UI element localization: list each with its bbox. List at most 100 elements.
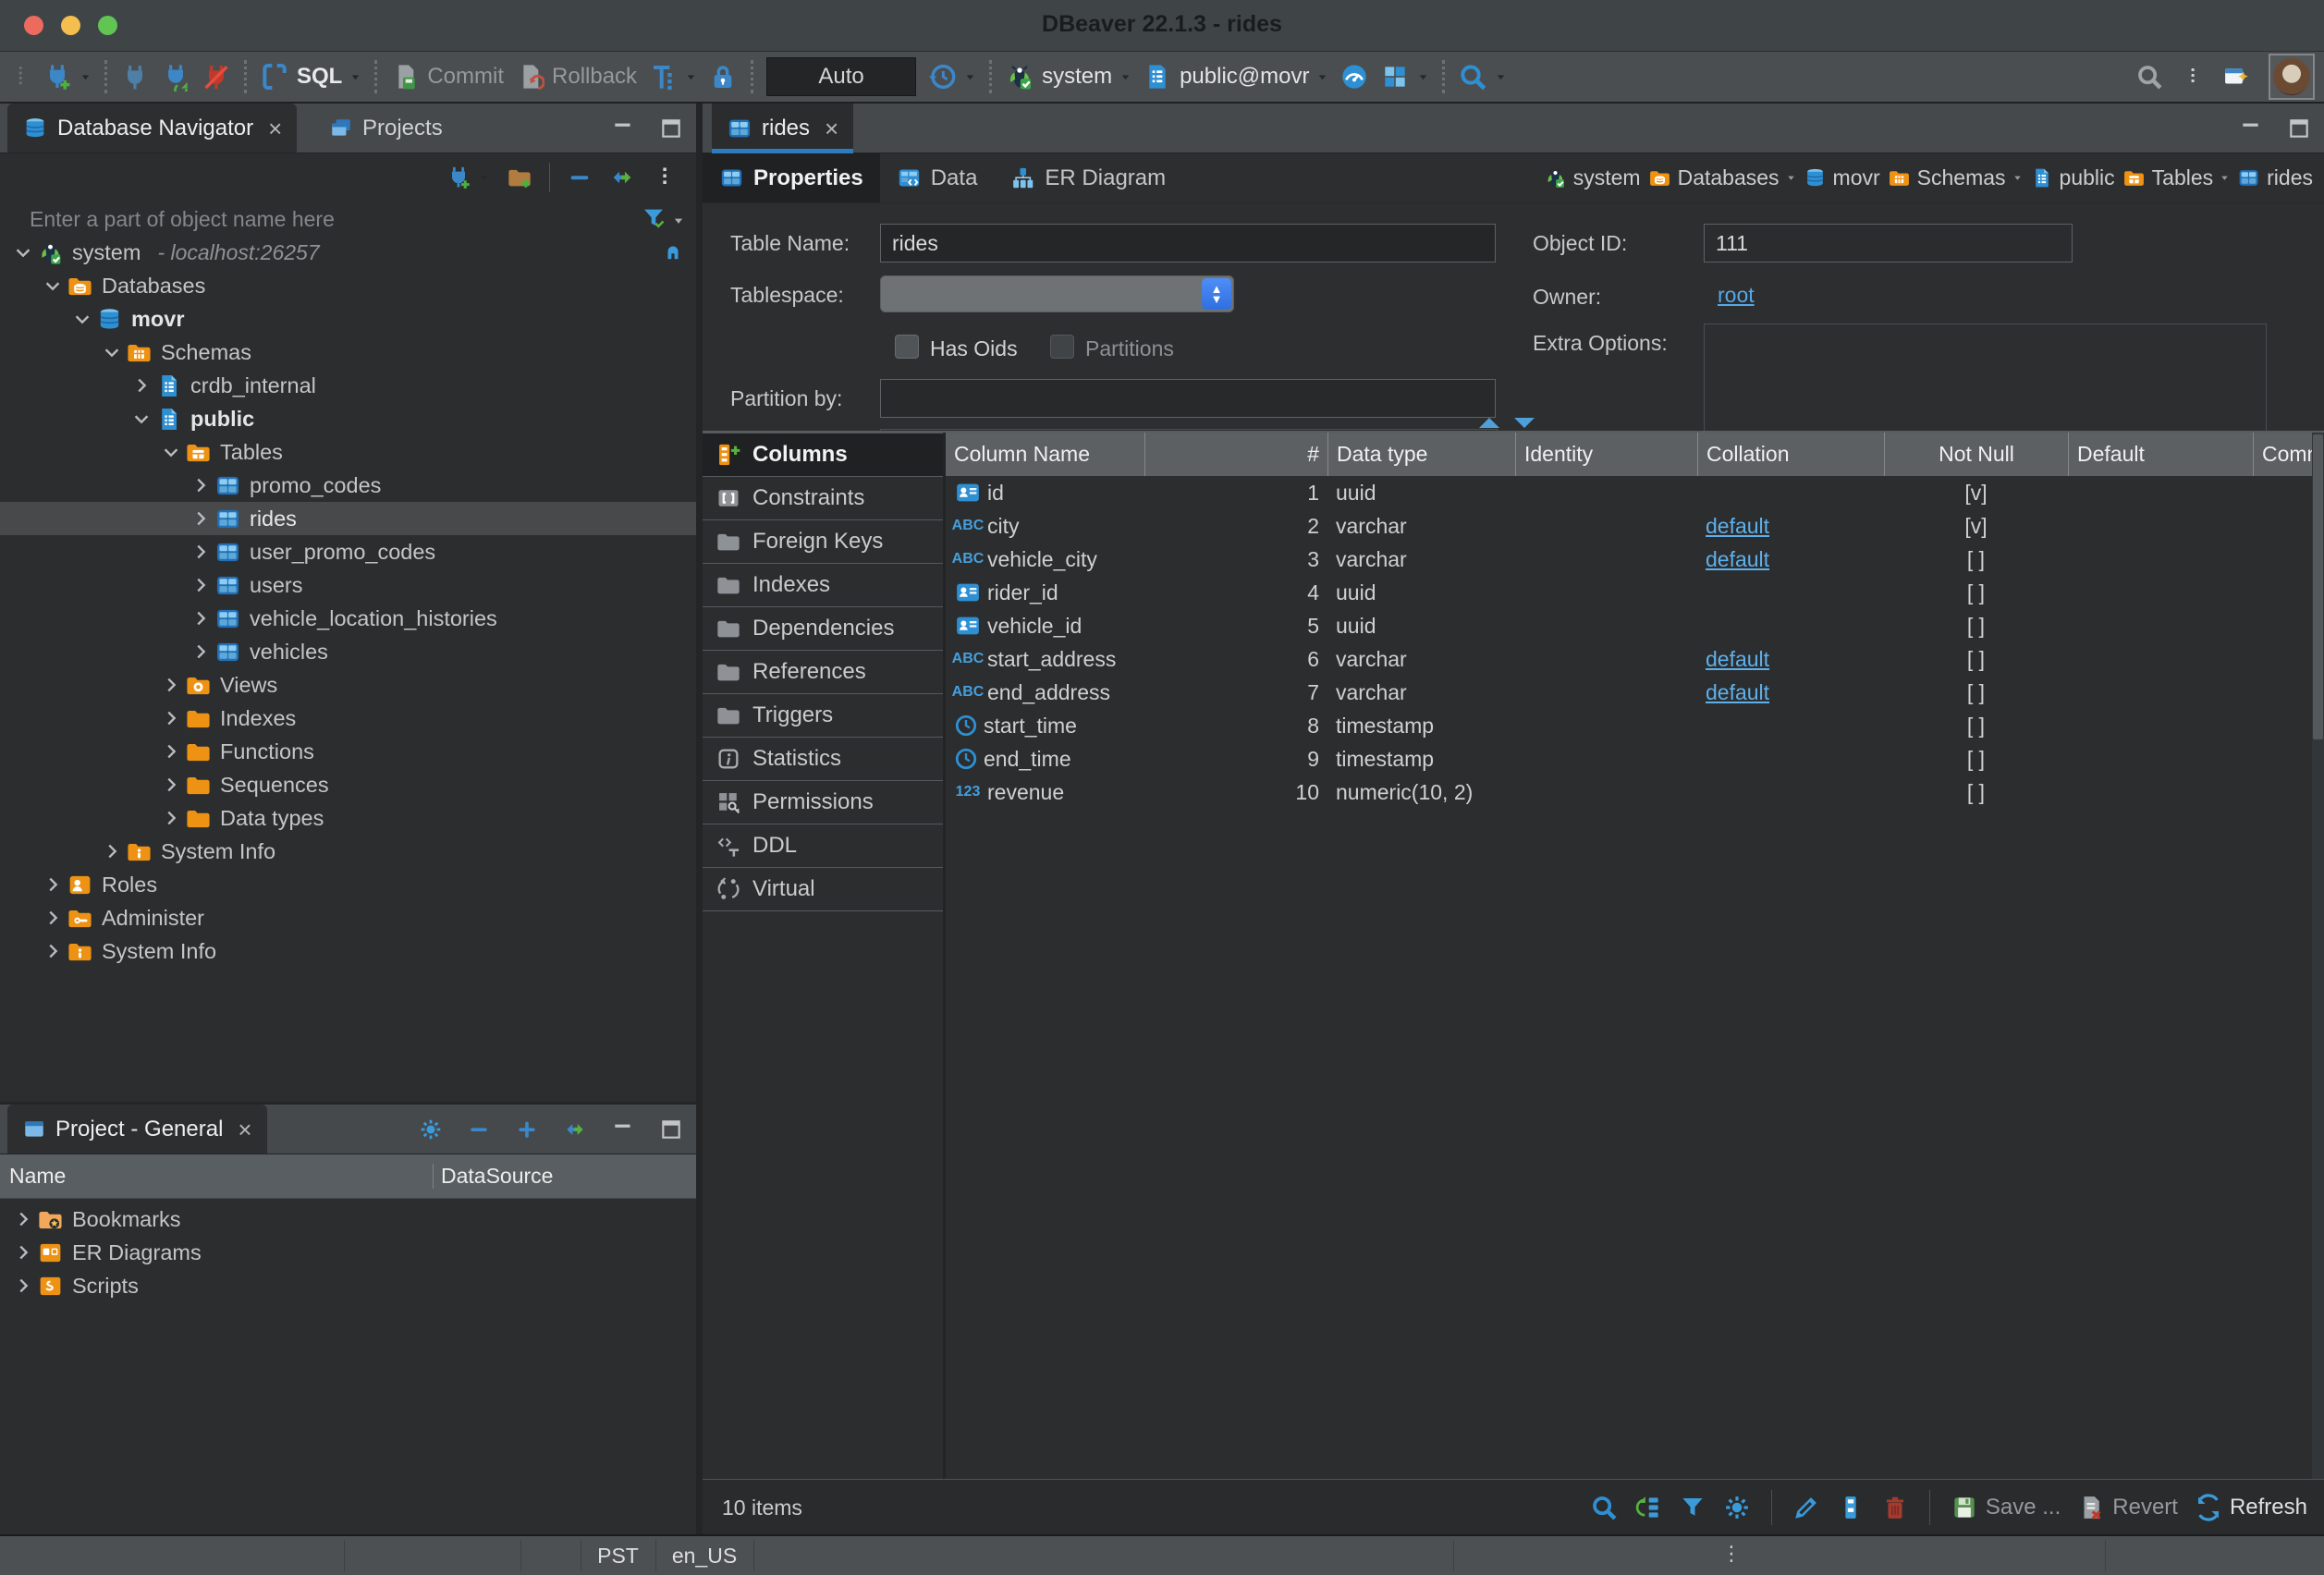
dropdown-icon[interactable] xyxy=(2220,173,2230,183)
transaction-mode-auto[interactable]: Auto xyxy=(766,57,916,96)
tree-item-crdb-internal[interactable]: crdb_internal xyxy=(0,369,696,402)
subtab-properties[interactable]: Properties xyxy=(703,153,880,202)
grid-row-start-address[interactable]: ABCstart_address6varchardefault[ ] xyxy=(946,642,2324,676)
tree-item-schemas[interactable]: Schemas xyxy=(0,336,696,369)
grid-column-header-data-type[interactable]: Data type xyxy=(1327,433,1515,476)
grid-scrollbar[interactable] xyxy=(2312,433,2324,1479)
close-icon[interactable]: × xyxy=(238,1117,251,1142)
tree-item-vehicles[interactable]: vehicles xyxy=(0,635,696,668)
subtab-er-diagram[interactable]: ER Diagram xyxy=(994,153,1182,202)
object-tab-foreign-keys[interactable]: Foreign Keys xyxy=(703,519,943,563)
search-gray-icon[interactable] xyxy=(2135,63,2163,91)
grid-row-vehicle-city[interactable]: ABCvehicle_city3varchardefault[ ] xyxy=(946,543,2324,576)
project-item-bookmarks[interactable]: Bookmarks xyxy=(0,1203,696,1236)
chevron-right-icon[interactable] xyxy=(43,908,63,928)
plug-button[interactable] xyxy=(120,62,150,92)
chevron-right-icon[interactable] xyxy=(190,575,211,595)
grid-column-header-[interactable]: # xyxy=(1144,433,1327,476)
auto-commit-value[interactable]: Auto xyxy=(766,57,916,96)
tree-item-administer[interactable]: Administer xyxy=(0,901,696,934)
subtab-data[interactable]: Data xyxy=(880,153,995,202)
settings-button[interactable] xyxy=(1723,1494,1751,1521)
chevron-right-icon[interactable] xyxy=(161,708,181,728)
partition-by-input[interactable] xyxy=(880,379,1496,418)
filter-funnel-icon[interactable] xyxy=(641,205,667,231)
tree-item-views[interactable]: Views xyxy=(0,668,696,702)
grid-row-city[interactable]: ABCcity2varchardefault[v] xyxy=(946,509,2324,543)
chevron-down-icon[interactable] xyxy=(131,409,152,429)
dropdown-icon[interactable] xyxy=(1786,173,1796,183)
chevron-down-icon[interactable] xyxy=(102,342,122,362)
breadcrumb-tables[interactable]: Tables xyxy=(2122,165,2230,190)
dropdown-icon[interactable] xyxy=(1495,71,1507,83)
grid-row-end-time[interactable]: end_time9timestamp[ ] xyxy=(946,742,2324,775)
chevron-right-icon[interactable] xyxy=(190,542,211,562)
plug-new-button[interactable] xyxy=(43,62,92,92)
expand-all-icon[interactable] xyxy=(515,1117,539,1142)
grid-column-header-column-name[interactable]: Column Name xyxy=(946,433,1144,476)
tree-item-public[interactable]: public xyxy=(0,402,696,435)
collapse-all-icon[interactable] xyxy=(467,1117,491,1142)
chevron-right-icon[interactable] xyxy=(13,1242,33,1263)
tab-rides-editor[interactable]: rides × xyxy=(712,104,853,153)
close-icon[interactable]: × xyxy=(825,116,838,140)
chevron-down-icon[interactable] xyxy=(13,242,33,262)
breadcrumb-public[interactable]: public xyxy=(2030,165,2115,190)
tab-database-navigator[interactable]: Database Navigator × xyxy=(7,104,297,153)
column-header-name[interactable]: Name xyxy=(0,1164,433,1189)
collation-link[interactable]: default xyxy=(1706,680,1769,705)
edit-pencil-button[interactable] xyxy=(1792,1494,1820,1521)
object-tab-references[interactable]: References xyxy=(703,650,943,693)
tree-item-movr[interactable]: movr xyxy=(0,302,696,336)
tree-item-rides[interactable]: rides xyxy=(0,502,696,535)
chevron-right-icon[interactable] xyxy=(161,675,181,695)
object-filter-input[interactable] xyxy=(0,206,605,233)
collation-link[interactable]: default xyxy=(1706,547,1769,572)
timezone-status[interactable]: PST xyxy=(581,1544,655,1569)
chevron-right-icon[interactable] xyxy=(43,941,63,961)
settings-icon[interactable] xyxy=(419,1117,443,1142)
cockroach-button[interactable]: system xyxy=(1005,62,1131,92)
tree-item-tables[interactable]: Tables xyxy=(0,435,696,469)
revert-button[interactable]: Revert xyxy=(2077,1494,2178,1521)
has-oids-checkbox[interactable] xyxy=(895,335,919,359)
save-button[interactable]: Save ... xyxy=(1951,1494,2061,1521)
delete-trash-button[interactable] xyxy=(1881,1494,1909,1521)
new-window-icon[interactable] xyxy=(2222,63,2250,91)
collapse-up-icon[interactable] xyxy=(1479,418,1499,428)
lock-button[interactable] xyxy=(708,62,738,92)
object-tab-statistics[interactable]: Statistics xyxy=(703,737,943,780)
win-min-icon[interactable] xyxy=(611,1117,635,1142)
grid-column-header-default[interactable]: Default xyxy=(2068,433,2253,476)
dropdown-icon[interactable] xyxy=(479,172,490,183)
chevron-right-icon[interactable] xyxy=(13,1276,33,1296)
menu-dots-icon[interactable] xyxy=(2182,66,2204,88)
dropdown-icon[interactable] xyxy=(349,71,361,83)
tree-item-system-info[interactable]: System Info xyxy=(0,835,696,868)
grid-row-rider-id[interactable]: rider_id4uuid[ ] xyxy=(946,576,2324,609)
win-max-icon[interactable] xyxy=(659,1117,683,1142)
column-view-button[interactable] xyxy=(1837,1494,1865,1521)
plug-disconnect-button[interactable] xyxy=(202,62,231,92)
chevron-right-icon[interactable] xyxy=(13,1209,33,1229)
dropdown-icon[interactable] xyxy=(2012,173,2023,183)
tree-item-indexes[interactable]: Indexes xyxy=(0,702,696,735)
maximize-view-icon[interactable] xyxy=(659,116,683,140)
tree-item-sequences[interactable]: Sequences xyxy=(0,768,696,801)
project-item-er-diagrams[interactable]: ER Diagrams xyxy=(0,1236,696,1269)
object-tab-virtual[interactable]: Virtual xyxy=(703,867,943,911)
object-tab-ddl[interactable]: DDL xyxy=(703,824,943,867)
maximize-view-icon[interactable] xyxy=(2287,116,2311,140)
breadcrumb-movr[interactable]: movr xyxy=(1804,165,1880,190)
breadcrumb-schemas[interactable]: Schemas xyxy=(1888,165,2023,190)
breadcrumb-system[interactable]: system xyxy=(1544,165,1641,190)
dropdown-icon[interactable] xyxy=(1119,71,1131,83)
dropdown-icon[interactable] xyxy=(685,71,697,83)
tab-projects[interactable]: Projects xyxy=(314,104,458,153)
chevron-right-icon[interactable] xyxy=(131,375,152,396)
link-editor-button[interactable] xyxy=(609,165,635,190)
chevron-right-icon[interactable] xyxy=(190,608,211,629)
tree-item-user-promo-codes[interactable]: user_promo_codes xyxy=(0,535,696,568)
form-grid-sash[interactable] xyxy=(703,420,2324,433)
menu-dots-button[interactable] xyxy=(652,165,678,190)
